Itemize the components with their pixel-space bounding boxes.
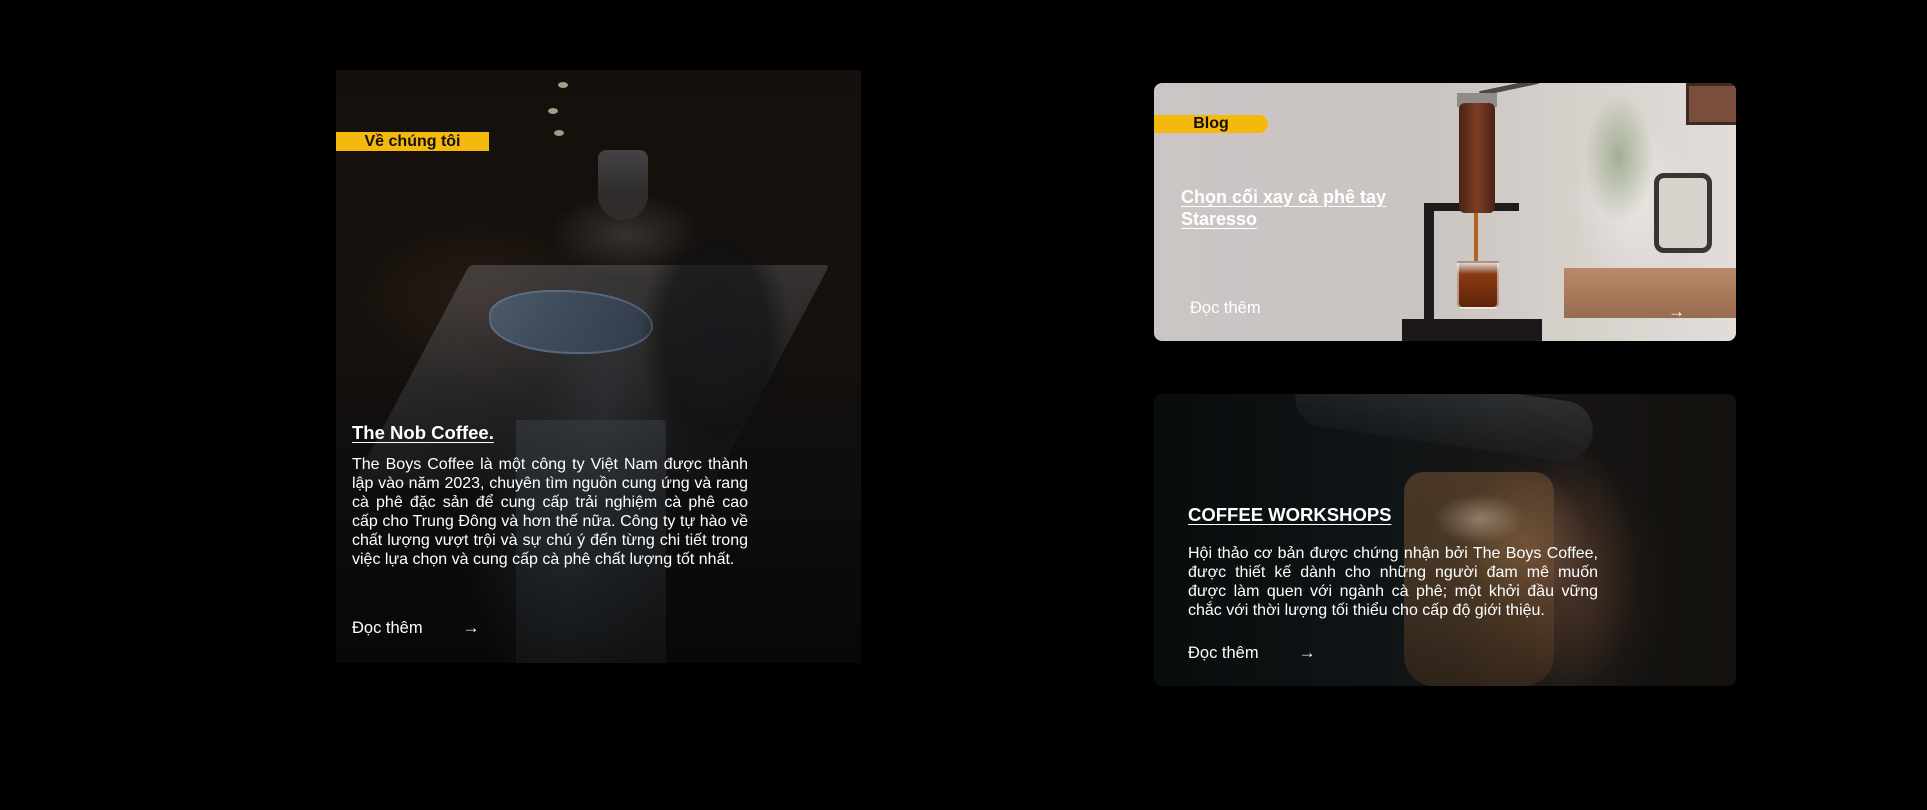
brew-stand-image (1424, 203, 1434, 328)
wooden-shelf-image (1564, 268, 1736, 318)
blog-post-title[interactable]: Chọn cối xay cà phê tay Staresso (1181, 186, 1411, 230)
about-title[interactable]: The Nob Coffee. (352, 422, 494, 444)
image-overlay (336, 70, 861, 663)
about-card: Về chúng tôi The Nob Coffee. The Boys Co… (336, 70, 861, 663)
coffee-cup-image (1457, 261, 1499, 309)
brew-stand-base-image (1402, 319, 1542, 341)
about-read-more-link[interactable]: Đọc thêm → (352, 618, 480, 638)
workshop-title[interactable]: COFFEE WORKSHOPS (1188, 504, 1392, 526)
page: Về chúng tôi The Nob Coffee. The Boys Co… (0, 0, 1927, 810)
workshop-card: COFFEE WORKSHOPS Hội thảo cơ bản được ch… (1154, 394, 1736, 686)
blog-read-more-link[interactable]: Đọc thêm (1190, 299, 1261, 318)
read-more-label: Đọc thêm (1188, 643, 1259, 662)
arrow-right-icon: → (1298, 643, 1316, 662)
about-tag: Về chúng tôi (336, 132, 489, 151)
plant-image (1584, 93, 1654, 223)
mirror-frame-image (1654, 173, 1712, 253)
workshop-description: Hội thảo cơ bản được chứng nhận bởi The … (1188, 545, 1598, 619)
blog-card[interactable]: Blog Chọn cối xay cà phê tay Staresso Đọ… (1154, 83, 1736, 341)
read-more-label: Đọc thêm (352, 618, 423, 637)
wall-frame-image (1686, 83, 1736, 125)
arrow-right-icon[interactable]: → (1668, 302, 1685, 322)
grinder-body-image (1459, 103, 1495, 213)
about-description: The Boys Coffee là một công ty Việt Nam … (352, 456, 748, 568)
blog-tag: Blog (1154, 115, 1268, 133)
arrow-right-icon: → (462, 618, 480, 637)
workshop-read-more-link[interactable]: Đọc thêm → (1188, 643, 1316, 663)
coffee-stream-image (1474, 213, 1478, 263)
